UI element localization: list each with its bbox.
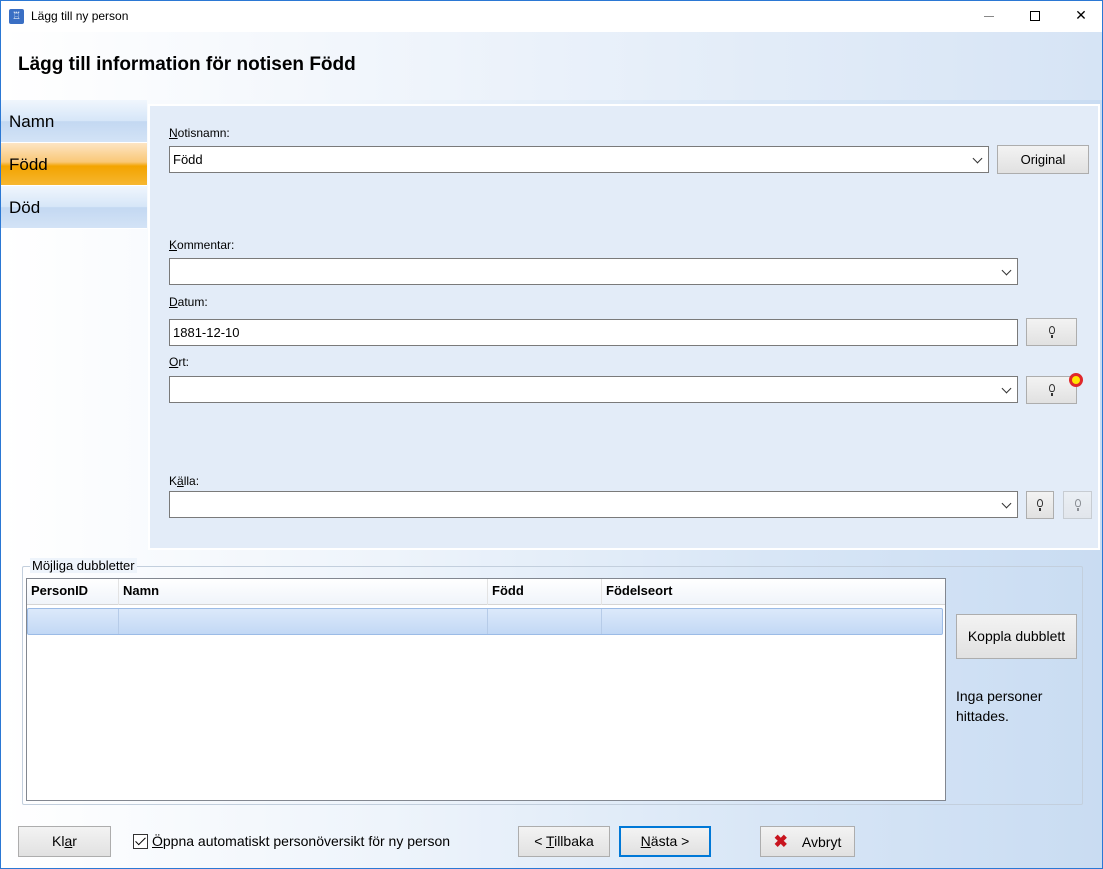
ort-combobox[interactable]: [169, 376, 1018, 403]
notisnamn-label: Notisnamn:: [169, 126, 230, 140]
grid-cell: [28, 609, 119, 634]
grid-header: PersonID Namn Född Födelseort: [27, 579, 945, 605]
kalla-suggest-button[interactable]: [1026, 491, 1054, 519]
original-button[interactable]: Original: [997, 145, 1089, 174]
auto-open-label[interactable]: Öppna automatiskt personöversikt för ny …: [152, 833, 450, 849]
no-results-text: Inga personer hittades.: [956, 688, 1043, 724]
notisnamn-value: Född: [173, 152, 203, 167]
lightbulb-icon: [1048, 326, 1055, 338]
back-button[interactable]: < Tillbaka: [518, 826, 610, 857]
lightbulbs-icon: [1074, 499, 1081, 511]
column-header-personid[interactable]: PersonID: [27, 579, 119, 605]
column-header-fodelseort[interactable]: Födelseort: [602, 579, 945, 605]
datum-suggest-button[interactable]: [1026, 318, 1077, 346]
close-icon: ✕: [1075, 8, 1087, 24]
lightbulb-icon: [1037, 499, 1043, 511]
cancel-x-icon: ✖: [773, 832, 788, 851]
maximize-icon: [1030, 11, 1040, 21]
nav-item-dod[interactable]: Död: [1, 186, 147, 229]
next-button[interactable]: Nästa >: [619, 826, 711, 857]
duplicates-group-title: Möjliga dubbletter: [30, 558, 137, 573]
datum-value: 1881-12-10: [173, 325, 240, 340]
grid-cell: [488, 609, 602, 634]
dialog-body: Lägg till information för notisen Född N…: [1, 32, 1102, 868]
notisnamn-combobox[interactable]: Född: [169, 146, 989, 173]
grid-cell: [119, 609, 488, 634]
link-duplicate-button[interactable]: Koppla dubblett: [956, 614, 1077, 659]
kalla-multi-suggest-button[interactable]: [1063, 491, 1092, 519]
auto-open-checkbox[interactable]: [133, 834, 148, 849]
warning-indicator-icon: [1069, 373, 1083, 387]
kommentar-combobox[interactable]: [169, 258, 1018, 285]
datum-label: Datum:: [169, 295, 208, 309]
maximize-button[interactable]: [1012, 1, 1058, 32]
minimize-button[interactable]: [966, 1, 1012, 32]
done-button[interactable]: Klar: [18, 826, 111, 857]
kommentar-label: Kommentar:: [169, 238, 235, 252]
close-button[interactable]: ✕: [1058, 1, 1102, 32]
kalla-combobox[interactable]: [169, 491, 1018, 518]
minimize-icon: [984, 16, 994, 17]
chevron-down-icon[interactable]: [1001, 492, 1013, 517]
app-window: ♖ Lägg till ny person ✕ Lägg till inform…: [0, 0, 1103, 869]
kalla-label: Källa:: [169, 474, 200, 488]
window-title: Lägg till ny person: [31, 9, 129, 23]
lightbulb-icon: [1048, 384, 1055, 396]
cancel-button[interactable]: ✖ Avbryt: [760, 826, 855, 857]
nav-item-namn[interactable]: Namn: [1, 100, 147, 143]
chevron-down-icon[interactable]: [1001, 259, 1013, 284]
ort-label: Ort:: [169, 355, 190, 369]
step-nav: Namn Född Död: [1, 100, 147, 229]
datum-input[interactable]: 1881-12-10: [169, 319, 1018, 346]
chevron-down-icon[interactable]: [1001, 377, 1013, 402]
page-title: Lägg till information för notisen Född: [18, 54, 356, 75]
column-header-fodd[interactable]: Född: [488, 579, 602, 605]
nav-item-fodd[interactable]: Född: [1, 143, 147, 186]
table-row[interactable]: [27, 608, 943, 635]
duplicates-grid[interactable]: PersonID Namn Född Födelseort: [26, 578, 946, 801]
title-bar[interactable]: ♖ Lägg till ny person ✕: [1, 1, 1102, 32]
app-icon: ♖: [9, 9, 24, 24]
chevron-down-icon[interactable]: [972, 147, 984, 172]
column-header-namn[interactable]: Namn: [119, 579, 488, 605]
